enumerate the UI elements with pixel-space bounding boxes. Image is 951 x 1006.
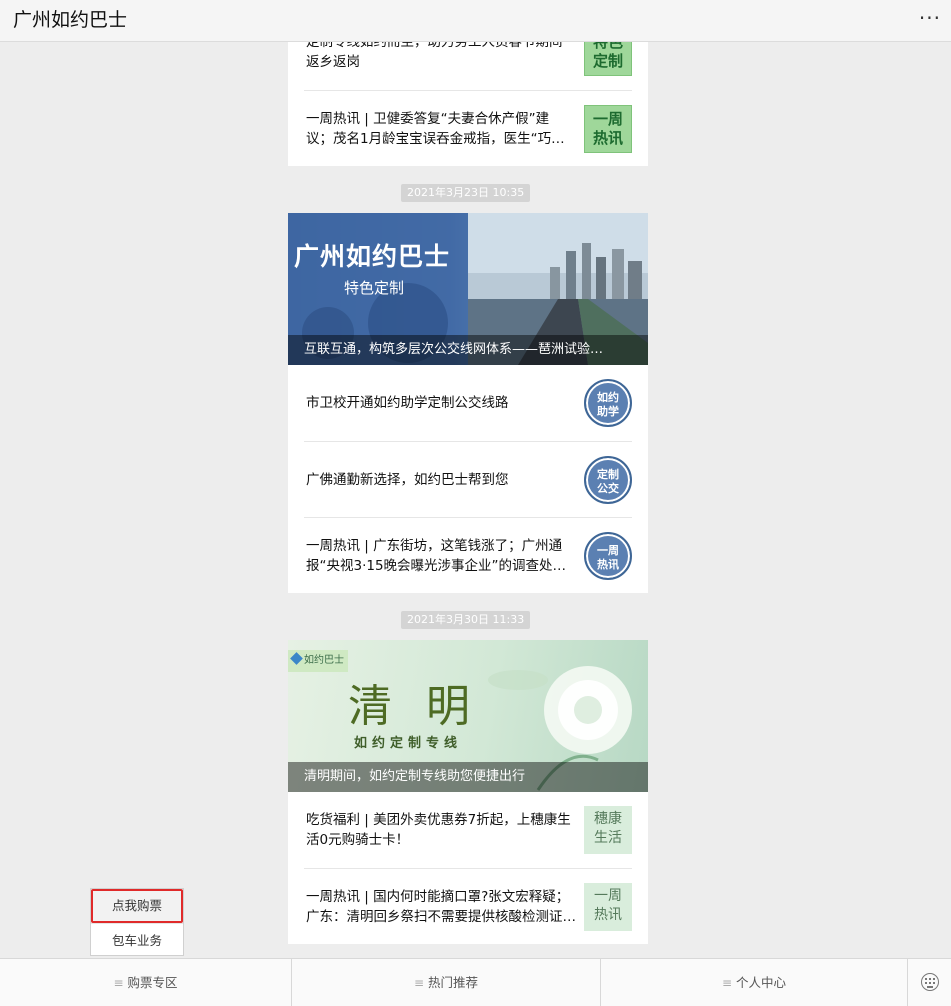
article-title-line: 活0元购骑士卡！ xyxy=(306,832,410,848)
hamburger-icon: ≡ xyxy=(413,976,425,990)
cover-big-text: 清 明 xyxy=(348,681,480,732)
hamburger-icon: ≡ xyxy=(721,976,733,990)
article-title-line: 广东：清明回乡祭扫不需要提供核酸检测证… xyxy=(306,908,576,925)
article-title-line: 一周热讯 | 卫健委答复“夫妻合休产假”建 xyxy=(306,110,550,127)
article-title-line: 议；茂名1月龄宝宝误吞金戒指，医生“巧… xyxy=(306,130,565,147)
article-thumbnail: 穗康 生活 xyxy=(584,806,632,854)
article-title-line: 市卫校开通如约助学定制公交线路 xyxy=(306,395,509,411)
menu-item-charter[interactable]: 包车业务 xyxy=(91,923,183,957)
message-feed[interactable]: 定制专线如约而至，助力务工人员春节期间 返乡返岗 特色 定制 一周热讯 | 卫健… xyxy=(0,0,951,958)
cover-caption: 清明期间，如约定制专线助您便捷出行 xyxy=(288,762,648,792)
cover-sub-text: 如约定制专线 xyxy=(354,736,463,751)
article-title-line: 一周热讯 | 广东街坊，这笔钱涨了；广州通 xyxy=(306,537,563,554)
article-title-line: 报“央视3·15晚会曝光涉事企业”的调查处… xyxy=(306,557,567,574)
article-title-line: 返乡返岗 xyxy=(306,54,360,70)
bottom-menu: ≡ 购票专区 ≡ 热门推荐 ≡ 个人中心 xyxy=(0,958,951,1006)
submenu-popup: 点我购票 包车业务 xyxy=(90,888,184,956)
cover-sub-text: 特色定制 xyxy=(344,279,405,297)
article-thumbnail: 定制 公交 xyxy=(584,456,632,504)
article-cover[interactable]: 广州如约巴士 特色定制 互联互通，构筑多层次公交线网体系——琶洲试验… xyxy=(288,213,648,365)
tab-hot-recommend[interactable]: ≡ 热门推荐 xyxy=(292,959,600,1006)
article-card: 广州如约巴士 特色定制 互联互通，构筑多层次公交线网体系——琶洲试验… 市卫校开… xyxy=(288,213,648,593)
article-item[interactable]: 一周热讯 | 国内何时能摘口罩?张文宏释疑； 广东：清明回乡祭扫不需要提供核酸检… xyxy=(304,868,632,944)
article-thumbnail: 一周 热讯 xyxy=(584,883,632,931)
hamburger-icon: ≡ xyxy=(113,976,124,990)
article-item[interactable]: 广佛通勤新选择，如约巴士帮到您 定制 公交 xyxy=(304,441,632,517)
article-card: 如约巴士 清 明 如约定制专线 清明期间，如约定制专线助您便捷出行 吃货福利 |… xyxy=(288,640,648,944)
more-options-icon[interactable]: ··· xyxy=(919,6,941,30)
article-item[interactable]: 一周热讯 | 卫健委答复“夫妻合休产假”建 议；茂名1月龄宝宝误吞金戒指，医生“… xyxy=(304,90,632,166)
article-thumbnail: 一周 热讯 xyxy=(584,105,632,153)
menu-item-buy-ticket[interactable]: 点我购票 xyxy=(91,889,183,923)
page-title: 广州如约巴士 xyxy=(13,9,128,31)
article-cover[interactable]: 如约巴士 清 明 如约定制专线 清明期间，如约定制专线助您便捷出行 xyxy=(288,640,648,792)
tab-ticket-zone[interactable]: ≡ 购票专区 xyxy=(0,959,291,1006)
tab-personal-center[interactable]: ≡ 个人中心 xyxy=(601,959,907,1006)
message-timestamp: 2021年3月30日 11:33 xyxy=(401,611,531,629)
article-thumbnail: 一周 热讯 xyxy=(584,532,632,580)
article-title-line: 广佛通勤新选择，如约巴士帮到您 xyxy=(306,471,509,488)
article-thumbnail: 如约 助学 xyxy=(584,379,632,427)
article-item[interactable]: 吃货福利 | 美团外卖优惠券7折起，上穗康生 活0元购骑士卡！ 穗康 生活 xyxy=(304,792,632,868)
cover-brand-text: 广州如约巴士 xyxy=(294,242,451,271)
brand-logo: 如约巴士 xyxy=(288,650,348,672)
diamond-icon xyxy=(290,652,303,665)
article-title-line: 吃货福利 | 美团外卖优惠券7折起，上穗康生 xyxy=(306,812,571,828)
cover-caption: 互联互通，构筑多层次公交线网体系——琶洲试验… xyxy=(288,335,648,365)
divider xyxy=(907,959,908,1006)
article-item[interactable]: 一周热讯 | 广东街坊，这笔钱涨了；广州通 报“央视3·15晚会曝光涉事企业”的… xyxy=(304,517,632,593)
keyboard-icon[interactable] xyxy=(921,973,939,991)
message-timestamp: 2021年3月23日 10:35 xyxy=(401,184,531,202)
article-item[interactable]: 市卫校开通如约助学定制公交线路 如约 助学 xyxy=(304,365,632,441)
article-title-line: 一周热讯 | 国内何时能摘口罩?张文宏释疑； xyxy=(306,888,570,905)
app-header: 广州如约巴士 ··· xyxy=(0,0,951,42)
